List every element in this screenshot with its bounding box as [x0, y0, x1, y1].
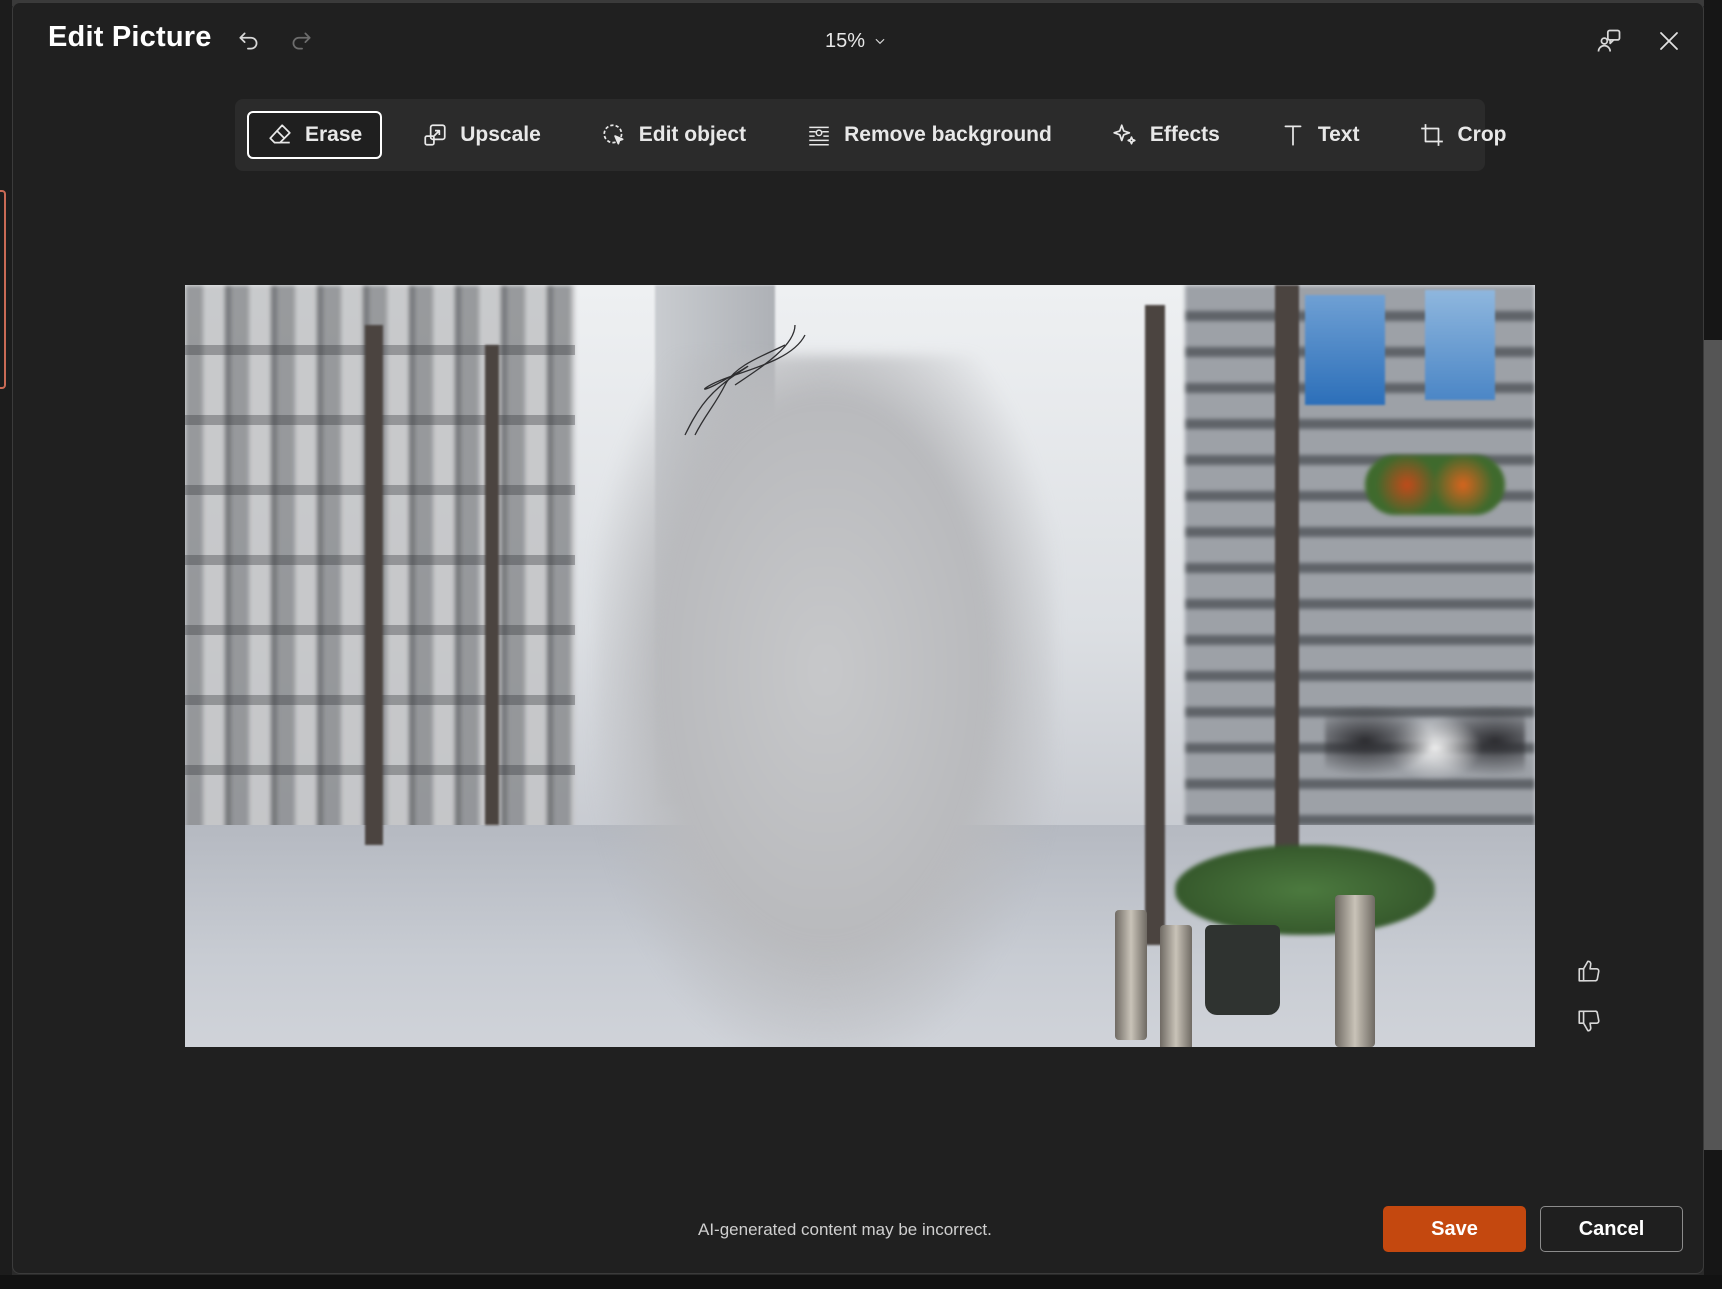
- thumbs-down-button[interactable]: [1571, 1003, 1607, 1039]
- background-slide-preview: [1704, 340, 1722, 1150]
- edit-picture-dialog: Edit Picture 15% Erase Upscale Edit obje…: [12, 2, 1704, 1274]
- picture-canvas[interactable]: [185, 285, 1535, 1047]
- remove-background-icon: [809, 126, 829, 146]
- photo-bollard: [1160, 925, 1192, 1047]
- text-icon: [1284, 125, 1302, 146]
- cancel-button[interactable]: Cancel: [1540, 1206, 1683, 1252]
- feedback-icon: [1597, 29, 1621, 52]
- undo-button[interactable]: [231, 23, 267, 59]
- tool-erase[interactable]: Erase: [247, 111, 383, 159]
- zoom-level: 15%: [825, 29, 866, 52]
- photo-bollard: [1115, 910, 1147, 1040]
- thumbs-down-icon: [1578, 1010, 1600, 1032]
- crop-icon: [1421, 124, 1444, 146]
- edit-object-icon: [603, 124, 624, 145]
- photo-banner: [1425, 290, 1495, 400]
- photo-banner: [1305, 295, 1385, 405]
- dialog-title: Edit Picture: [48, 21, 212, 53]
- tool-upscale[interactable]: Upscale: [402, 111, 561, 159]
- eraser-icon: [269, 124, 291, 144]
- save-button[interactable]: Save: [1383, 1206, 1526, 1252]
- tool-edit-object-label: Edit object: [638, 123, 747, 146]
- background-selection-accent: [0, 190, 6, 389]
- photo-tree: [485, 345, 499, 825]
- thumbs-up-button[interactable]: [1571, 953, 1607, 989]
- photo-bush: [1175, 845, 1435, 935]
- tool-text[interactable]: Text: [1260, 111, 1380, 159]
- photo-tree: [365, 325, 383, 845]
- tool-crop[interactable]: Crop: [1399, 111, 1526, 159]
- sparkle-icon: [1113, 124, 1136, 145]
- tool-upscale-label: Upscale: [460, 123, 541, 146]
- close-icon: [1660, 32, 1678, 50]
- tool-edit-object[interactable]: Edit object: [581, 111, 766, 159]
- edit-toolbar: Erase Upscale Edit object Remove backgro…: [235, 99, 1506, 171]
- thumbs-up-icon: [1578, 960, 1600, 982]
- background-app-bottom: [0, 1275, 1722, 1289]
- tool-remove-background-label: Remove background: [844, 123, 1052, 146]
- tool-effects-label: Effects: [1149, 123, 1220, 146]
- background-app-left: [0, 0, 12, 1289]
- photo-planter: [1205, 925, 1280, 1015]
- photo-pedestrians: [1325, 685, 1525, 825]
- zoom-dropdown[interactable]: 15%: [825, 25, 887, 57]
- photo-hair-strands: [684, 324, 806, 436]
- tool-crop-label: Crop: [1457, 123, 1507, 146]
- background-app-right: [1704, 0, 1722, 1289]
- ai-disclaimer: AI-generated content may be incorrect.: [698, 1220, 992, 1239]
- tool-remove-background[interactable]: Remove background: [786, 111, 1072, 159]
- redo-icon: [292, 32, 311, 50]
- photo-tree: [1145, 305, 1165, 945]
- upscale-icon: [424, 124, 446, 146]
- photo-tree: [1275, 285, 1299, 905]
- tool-text-label: Text: [1317, 123, 1360, 146]
- tool-effects[interactable]: Effects: [1092, 111, 1240, 159]
- photo-bollard: [1335, 895, 1375, 1047]
- undo-icon: [239, 32, 258, 50]
- tool-erase-label: Erase: [305, 123, 363, 146]
- close-button[interactable]: [1649, 21, 1689, 61]
- photo-hanging-flowers: [1365, 455, 1505, 515]
- chevron-down-icon: [875, 38, 885, 45]
- redo-button[interactable]: [283, 23, 319, 59]
- feedback-button[interactable]: [1589, 21, 1629, 61]
